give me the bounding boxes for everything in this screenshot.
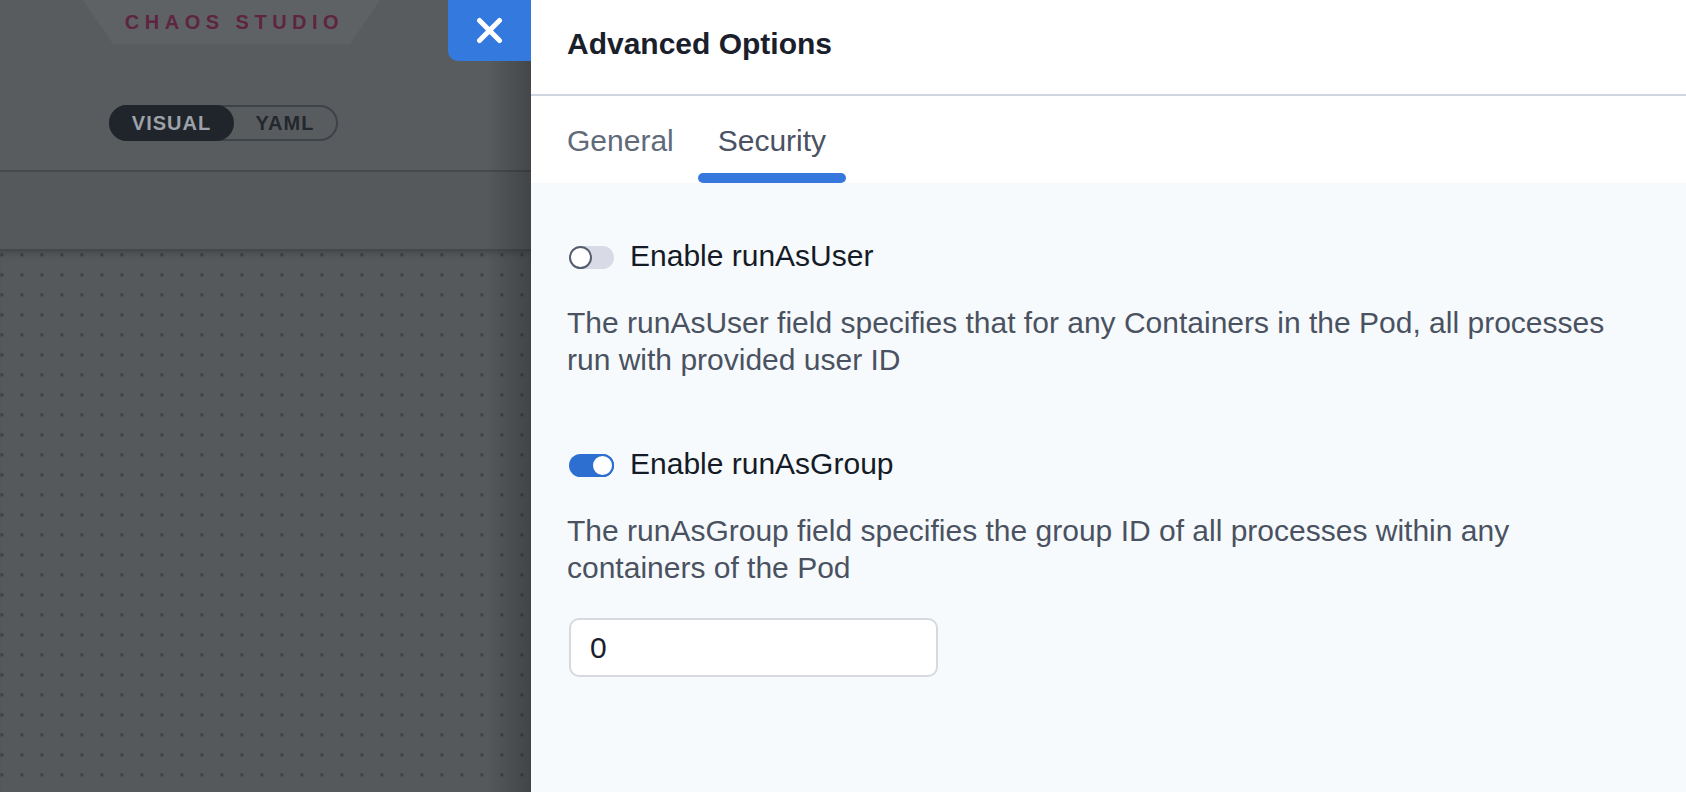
- runasuser-toggle-knob: [569, 246, 592, 269]
- runasgroup-description: The runAsGroup field specifies the group…: [567, 512, 1627, 586]
- runasuser-label: Enable runAsUser: [630, 241, 873, 271]
- runasgroup-label: Enable runAsGroup: [630, 449, 894, 479]
- runasgroup-value-input[interactable]: [569, 618, 938, 677]
- chaos-studio-background: CHAOS STUDIO VISUAL YAML: [0, 0, 531, 792]
- runasgroup-toggle-knob: [591, 454, 614, 477]
- visual-tab[interactable]: VISUAL: [109, 105, 234, 141]
- yaml-tab[interactable]: YAML: [234, 107, 336, 139]
- panel-title: Advanced Options: [567, 29, 832, 59]
- canvas-dotted-grid[interactable]: [0, 249, 531, 792]
- close-icon: [476, 17, 503, 44]
- runasuser-toggle[interactable]: [569, 246, 614, 269]
- runasuser-description: The runAsUser field specifies that for a…: [567, 304, 1627, 378]
- tab-general[interactable]: General: [567, 96, 674, 183]
- chaos-studio-logo: CHAOS STUDIO: [83, 0, 380, 44]
- tab-bar: General Security: [567, 96, 826, 183]
- security-tab-content: Enable runAsUser The runAsUser field spe…: [531, 183, 1686, 792]
- chaos-studio-logo-text: CHAOS STUDIO: [119, 11, 344, 34]
- advanced-options-panel: Advanced Options General Security Enable…: [531, 0, 1686, 792]
- drawer-shadow: [486, 0, 531, 792]
- tab-security[interactable]: Security: [718, 96, 826, 183]
- runasgroup-toggle[interactable]: [569, 454, 614, 477]
- close-button[interactable]: [448, 0, 531, 61]
- visual-yaml-toggle: VISUAL YAML: [109, 105, 338, 141]
